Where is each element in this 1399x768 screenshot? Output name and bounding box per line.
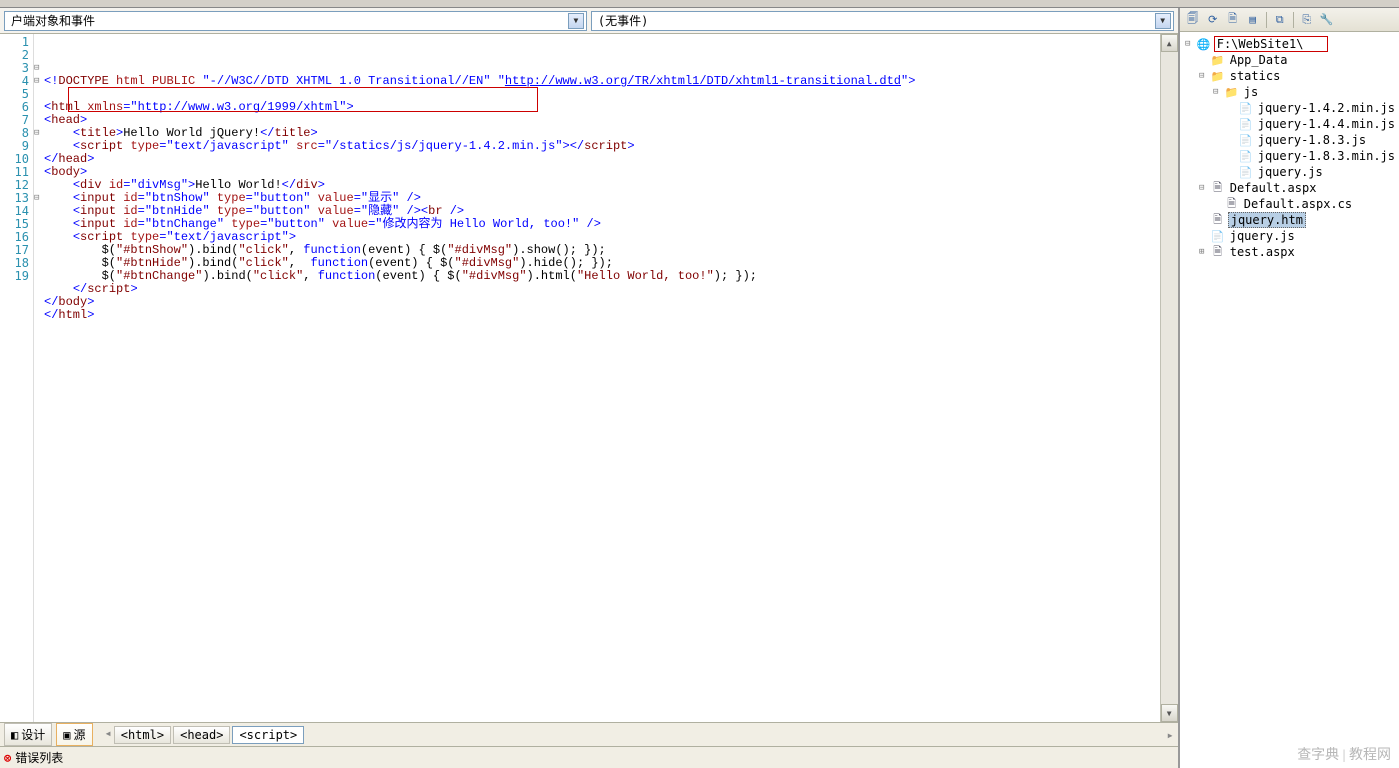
fold-column[interactable]: ⊟⊟⊟⊟ [34,34,42,722]
design-label: 设计 [21,726,45,743]
design-icon: ◧ [11,728,18,742]
tree-item[interactable]: 📄jquery-1.8.3.min.js [1182,148,1397,164]
code-lines[interactable]: <!DOCTYPE html PUBLIC "-//W3C//DTD XHTML… [42,34,1160,722]
solution-explorer: 🗐 ⟳ 🗎 ▤ ⧉ ⎘ 🔧 ⊟ 🌐 F:\WebSite1\ 📁App_Data… [1179,8,1399,768]
tree-item[interactable]: 🗎jquery.htm [1182,212,1397,228]
events-dropdown[interactable]: (无事件) ▼ [591,11,1174,31]
js-icon: 📄 [1238,165,1254,179]
nest-icon[interactable]: ⧉ [1271,11,1289,29]
expander-icon[interactable]: ⊞ [1196,247,1208,257]
line-number-gutter: 12345678910111213141516171819 [0,34,34,722]
vertical-scrollbar[interactable]: ▲ ▼ [1160,34,1178,722]
tree-label: test.aspx [1228,245,1297,259]
file-icon: 🗎 [1210,213,1226,227]
tree-item[interactable]: 📁App_Data [1182,52,1397,68]
tree-root[interactable]: ⊟ 🌐 F:\WebSite1\ [1182,36,1397,52]
tree-label: Default.aspx [1228,181,1319,195]
folder-icon: 📁 [1210,69,1226,83]
js-icon: 📄 [1210,229,1226,243]
doc-icon[interactable]: 🗎 [1224,11,1242,29]
breadcrumb-head[interactable]: <head> [173,726,230,744]
tree-label: Default.aspx.cs [1242,197,1354,211]
show-all-icon[interactable]: ▤ [1244,11,1262,29]
scroll-down-icon[interactable]: ▼ [1161,704,1178,722]
editor-pane: 户端对象和事件 ▼ (无事件) ▼ 1234567891011121314151… [0,8,1179,768]
tree-label: App_Data [1228,53,1290,67]
tree-label: jquery-1.8.3.min.js [1256,149,1397,163]
expander-icon[interactable]: ⊟ [1210,87,1222,97]
source-icon: ▣ [63,728,70,742]
copy-site-icon[interactable]: ⎘ [1298,11,1316,29]
config-icon[interactable]: 🔧 [1318,11,1336,29]
error-list-label: 错误列表 [15,749,63,766]
folder-icon: 📁 [1210,53,1226,67]
project-label: F:\WebSite1\ [1214,36,1329,52]
separator [1293,12,1294,28]
tree-label: jquery-1.4.4.min.js [1256,117,1397,131]
tree-label: jquery.js [1256,165,1325,179]
expander-icon[interactable]: ⊟ [1196,71,1208,81]
tree-label: jquery.js [1228,229,1297,243]
js-icon: 📄 [1238,117,1254,131]
tree-label: statics [1228,69,1283,83]
error-icon: ⊗ [4,751,11,765]
file-icon: 🗎 [1210,245,1226,259]
tree-item[interactable]: ⊟📁js [1182,84,1397,100]
watermark: 查字典 | 教程网 [1297,744,1391,764]
code-editor[interactable]: 12345678910111213141516171819 ⊟⊟⊟⊟ <!DOC… [0,34,1178,722]
project-icon: 🌐 [1196,37,1212,51]
tree-item[interactable]: 📄jquery-1.4.2.min.js [1182,100,1397,116]
refresh-icon[interactable]: ⟳ [1204,11,1222,29]
events-label: (无事件) [598,12,648,29]
view-tabs: ◧ 设计 ▣ 源 ◂ <html> <head> <script> ▸ [0,722,1178,746]
tree-item[interactable]: ⊞🗎test.aspx [1182,244,1397,260]
tree-item[interactable]: 📄jquery-1.4.4.min.js [1182,116,1397,132]
chevron-down-icon: ▼ [1155,13,1171,29]
tree-label: js [1242,85,1260,99]
file-icon: 🗎 [1224,197,1240,211]
scroll-up-icon[interactable]: ▲ [1161,34,1178,52]
breadcrumb-script[interactable]: <script> [232,726,304,744]
solution-toolbar: 🗐 ⟳ 🗎 ▤ ⧉ ⎘ 🔧 [1180,8,1399,32]
folder-icon: 📁 [1224,85,1240,99]
element-breadcrumb: ◂ <html> <head> <script> [105,726,305,744]
client-objects-label: 户端对象和事件 [11,12,95,29]
source-view-button[interactable]: ▣ 源 [56,723,92,746]
client-objects-dropdown[interactable]: 户端对象和事件 ▼ [4,11,587,31]
js-icon: 📄 [1238,133,1254,147]
design-view-button[interactable]: ◧ 设计 [4,723,52,746]
tree-label: jquery.htm [1228,212,1306,228]
tree-item[interactable]: ⊟📁statics [1182,68,1397,84]
js-icon: 📄 [1238,149,1254,163]
file-icon: 🗎 [1210,181,1226,195]
properties-icon[interactable]: 🗐 [1184,11,1202,29]
js-icon: 📄 [1238,101,1254,115]
tree-item[interactable]: 📄jquery-1.8.3.js [1182,132,1397,148]
separator [1266,12,1267,28]
breadcrumb-html[interactable]: <html> [114,726,171,744]
tree-label: jquery-1.8.3.js [1256,133,1368,147]
expander-icon[interactable]: ⊟ [1196,183,1208,193]
document-tab-strip [0,0,1399,8]
chevron-down-icon: ▼ [568,13,584,29]
expander-icon[interactable]: ⊟ [1182,39,1194,49]
main-split: 户端对象和事件 ▼ (无事件) ▼ 1234567891011121314151… [0,8,1399,768]
solution-tree[interactable]: ⊟ 🌐 F:\WebSite1\ 📁App_Data⊟📁statics⊟📁js📄… [1180,32,1399,768]
tree-label: jquery-1.4.2.min.js [1256,101,1397,115]
tree-item[interactable]: ⊟🗎Default.aspx [1182,180,1397,196]
error-list-tab[interactable]: ⊗ 错误列表 [0,746,1178,768]
source-label: 源 [73,726,85,743]
object-event-bar: 户端对象和事件 ▼ (无事件) ▼ [0,8,1178,34]
